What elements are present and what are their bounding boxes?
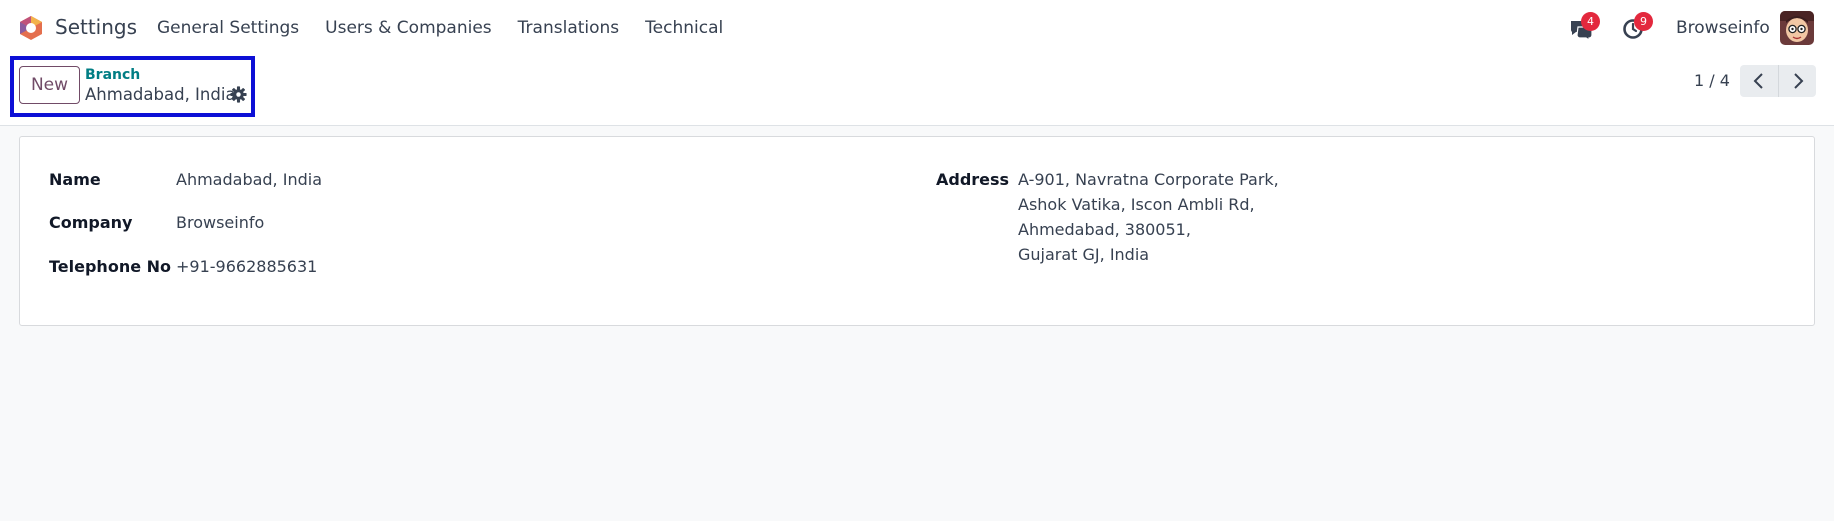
- menu-technical[interactable]: Technical: [645, 18, 723, 38]
- control-panel: [0, 56, 1834, 126]
- form-sheet: [19, 136, 1815, 326]
- main-menu: General Settings Users & Companies Trans…: [157, 18, 749, 38]
- activities-count-badge: 9: [1634, 12, 1653, 31]
- messages-count-badge: 4: [1581, 12, 1600, 31]
- chevron-right-icon: [1793, 73, 1803, 89]
- company-field[interactable]: Browseinfo: [176, 213, 264, 232]
- address-line-2[interactable]: Ashok Vatika, Iscon Ambli Rd,: [1018, 195, 1255, 214]
- odoo-logo-icon[interactable]: [18, 15, 44, 41]
- user-avatar[interactable]: [1780, 11, 1814, 45]
- chevron-left-icon: [1753, 73, 1763, 89]
- address-line-4[interactable]: Gujarat GJ, India: [1018, 245, 1149, 264]
- breadcrumb-branch[interactable]: Branch: [85, 67, 140, 83]
- gear-icon[interactable]: [230, 86, 247, 103]
- pager-previous-button[interactable]: [1740, 65, 1778, 97]
- address-line-1[interactable]: A-901, Navratna Corporate Park,: [1018, 170, 1279, 189]
- top-navbar: Settings General Settings Users & Compan…: [0, 0, 1834, 56]
- messages-button[interactable]: 4: [1568, 12, 1600, 42]
- avatar-image: [1780, 11, 1814, 45]
- address-line-3[interactable]: Ahmedabad, 380051,: [1018, 220, 1191, 239]
- user-menu-name[interactable]: Browseinfo: [1676, 18, 1770, 38]
- company-label: Company: [49, 213, 133, 232]
- name-label: Name: [49, 170, 101, 189]
- record-title: Ahmadabad, India: [85, 85, 236, 104]
- app-name[interactable]: Settings: [55, 15, 137, 39]
- menu-general-settings[interactable]: General Settings: [157, 18, 299, 38]
- telephone-label: Telephone No: [49, 257, 172, 276]
- menu-translations[interactable]: Translations: [518, 18, 620, 38]
- name-field[interactable]: Ahmadabad, India: [176, 170, 322, 189]
- pager-next-button[interactable]: [1778, 65, 1816, 97]
- address-label: Address: [936, 170, 1010, 189]
- telephone-field[interactable]: +91-9662885631: [176, 257, 317, 276]
- activities-button[interactable]: 9: [1621, 12, 1653, 41]
- pager-value[interactable]: 1 / 4: [1694, 71, 1730, 90]
- new-button[interactable]: New: [19, 66, 80, 104]
- menu-users-companies[interactable]: Users & Companies: [325, 18, 492, 38]
